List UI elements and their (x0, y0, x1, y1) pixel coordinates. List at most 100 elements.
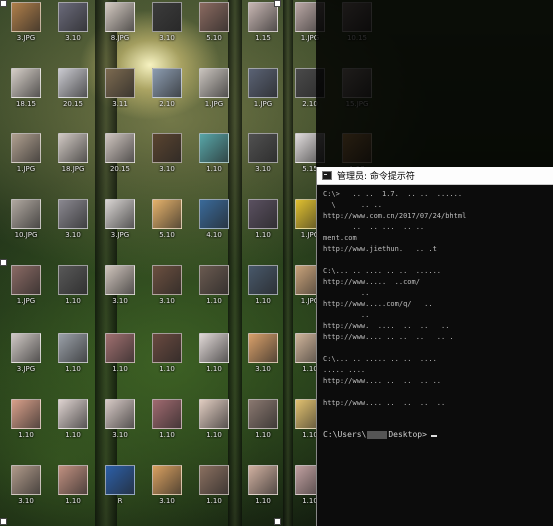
image-thumbnail-icon[interactable] (152, 2, 182, 32)
image-thumbnail-icon[interactable] (11, 333, 41, 363)
desktop-icon[interactable]: 4.10 (194, 199, 234, 239)
image-thumbnail-icon[interactable] (248, 265, 278, 295)
image-thumbnail-icon[interactable] (58, 265, 88, 295)
desktop-icon[interactable]: 1.10 (194, 465, 234, 505)
desktop-icon[interactable]: 1.JPG (243, 68, 283, 108)
image-thumbnail-icon[interactable] (105, 399, 135, 429)
desktop-icon[interactable]: 3.10 (147, 465, 187, 505)
desktop-icon[interactable]: 18.JPG (53, 133, 93, 173)
image-thumbnail-icon[interactable] (199, 333, 229, 363)
desktop-icon[interactable]: 8.JPG (100, 2, 140, 42)
desktop-icon[interactable]: R (100, 465, 140, 505)
desktop-icon[interactable]: 3.10 (6, 465, 46, 505)
desktop-icon[interactable]: 10.JPG (6, 199, 46, 239)
image-thumbnail-icon[interactable] (58, 68, 88, 98)
desktop-icon[interactable]: 18.15 (6, 68, 46, 108)
image-thumbnail-icon[interactable] (152, 465, 182, 495)
desktop-icon[interactable]: 1.10 (53, 265, 93, 305)
image-thumbnail-icon[interactable] (248, 333, 278, 363)
desktop-icon[interactable]: 1.10 (243, 265, 283, 305)
desktop-icon[interactable]: 1.JPG (6, 133, 46, 173)
desktop-icon[interactable]: 3.10 (53, 2, 93, 42)
desktop-icon[interactable]: 3.10 (243, 333, 283, 373)
image-thumbnail-icon[interactable] (199, 2, 229, 32)
image-thumbnail-icon[interactable] (152, 333, 182, 363)
desktop-icon[interactable]: 1.10 (53, 465, 93, 505)
desktop-icon[interactable]: 1.10 (147, 333, 187, 373)
desktop-icon[interactable]: 1.JPG (6, 265, 46, 305)
desktop-icon[interactable]: 3.10 (100, 265, 140, 305)
desktop-icon[interactable]: 1.10 (53, 333, 93, 373)
command-prompt-window[interactable]: 管理员: 命令提示符 C:\> .. .. 1.7. .. .. ...... … (316, 167, 553, 526)
desktop-icon[interactable]: 3.10 (147, 265, 187, 305)
image-thumbnail-icon[interactable] (152, 133, 182, 163)
image-thumbnail-icon[interactable] (105, 68, 135, 98)
image-thumbnail-icon[interactable] (199, 199, 229, 229)
image-thumbnail-icon[interactable] (58, 399, 88, 429)
command-prompt-titlebar[interactable]: 管理员: 命令提示符 (317, 167, 553, 185)
desktop-icon[interactable]: 1.10 (100, 333, 140, 373)
desktop-icon[interactable]: 3.10 (147, 133, 187, 173)
image-thumbnail-icon[interactable] (58, 199, 88, 229)
image-thumbnail-icon[interactable] (199, 399, 229, 429)
command-prompt-line[interactable]: C:\Users\ Desktop> (323, 430, 548, 439)
image-thumbnail-icon[interactable] (152, 265, 182, 295)
image-thumbnail-icon[interactable] (11, 465, 41, 495)
image-thumbnail-icon[interactable] (152, 199, 182, 229)
image-thumbnail-icon[interactable] (248, 399, 278, 429)
desktop-icon[interactable]: 1.JPG (194, 68, 234, 108)
desktop-icon[interactable]: 1.10 (6, 399, 46, 439)
image-thumbnail-icon[interactable] (58, 465, 88, 495)
image-thumbnail-icon[interactable] (11, 68, 41, 98)
image-thumbnail-icon[interactable] (105, 265, 135, 295)
desktop-icon[interactable]: 3.10 (100, 399, 140, 439)
desktop-icon[interactable]: 1.10 (53, 399, 93, 439)
image-thumbnail-icon[interactable] (248, 199, 278, 229)
image-thumbnail-icon[interactable] (105, 333, 135, 363)
desktop-icon[interactable]: 1.15 (243, 2, 283, 42)
desktop-icon[interactable]: 3.JPG (100, 199, 140, 239)
image-thumbnail-icon[interactable] (58, 333, 88, 363)
image-thumbnail-icon[interactable] (199, 133, 229, 163)
console-output[interactable]: C:\> .. .. 1.7. .. .. ...... \ .. .. htt… (317, 185, 553, 443)
image-thumbnail-icon[interactable] (248, 68, 278, 98)
desktop-icon[interactable]: 20.15 (100, 133, 140, 173)
desktop-icon[interactable]: 1.10 (194, 399, 234, 439)
desktop-icon-label: 1.10 (206, 365, 222, 373)
image-thumbnail-icon[interactable] (199, 68, 229, 98)
image-thumbnail-icon[interactable] (11, 199, 41, 229)
image-thumbnail-icon[interactable] (11, 399, 41, 429)
image-thumbnail-icon[interactable] (152, 68, 182, 98)
image-thumbnail-icon[interactable] (105, 199, 135, 229)
desktop-icon[interactable]: 1.10 (194, 133, 234, 173)
desktop-icon[interactable]: 1.10 (243, 199, 283, 239)
image-thumbnail-icon[interactable] (105, 133, 135, 163)
desktop-icon[interactable]: 3.10 (53, 199, 93, 239)
desktop-icon[interactable]: 1.10 (194, 333, 234, 373)
image-thumbnail-icon[interactable] (58, 2, 88, 32)
image-thumbnail-icon[interactable] (11, 133, 41, 163)
desktop-icon[interactable]: 3.10 (147, 2, 187, 42)
image-thumbnail-icon[interactable] (105, 465, 135, 495)
image-thumbnail-icon[interactable] (11, 2, 41, 32)
desktop-icon[interactable]: 5.10 (194, 2, 234, 42)
image-thumbnail-icon[interactable] (58, 133, 88, 163)
image-thumbnail-icon[interactable] (105, 2, 135, 32)
desktop-icon[interactable]: 5.10 (147, 199, 187, 239)
image-thumbnail-icon[interactable] (152, 399, 182, 429)
desktop-icon[interactable]: 2.10 (147, 68, 187, 108)
desktop-icon[interactable]: 1.10 (243, 465, 283, 505)
desktop-icon[interactable]: 3.10 (243, 133, 283, 173)
desktop-icon[interactable]: 3.JPG (6, 2, 46, 42)
desktop-icon[interactable]: 3.11 (100, 68, 140, 108)
desktop-icon[interactable]: 1.10 (194, 265, 234, 305)
image-thumbnail-icon[interactable] (248, 133, 278, 163)
image-thumbnail-icon[interactable] (11, 265, 41, 295)
desktop-icon[interactable]: 1.10 (147, 399, 187, 439)
desktop-icon[interactable]: 20.15 (53, 68, 93, 108)
image-thumbnail-icon[interactable] (199, 265, 229, 295)
image-thumbnail-icon[interactable] (248, 465, 278, 495)
desktop-icon[interactable]: 3.JPG (6, 333, 46, 373)
desktop-icon[interactable]: 1.10 (243, 399, 283, 439)
image-thumbnail-icon[interactable] (199, 465, 229, 495)
